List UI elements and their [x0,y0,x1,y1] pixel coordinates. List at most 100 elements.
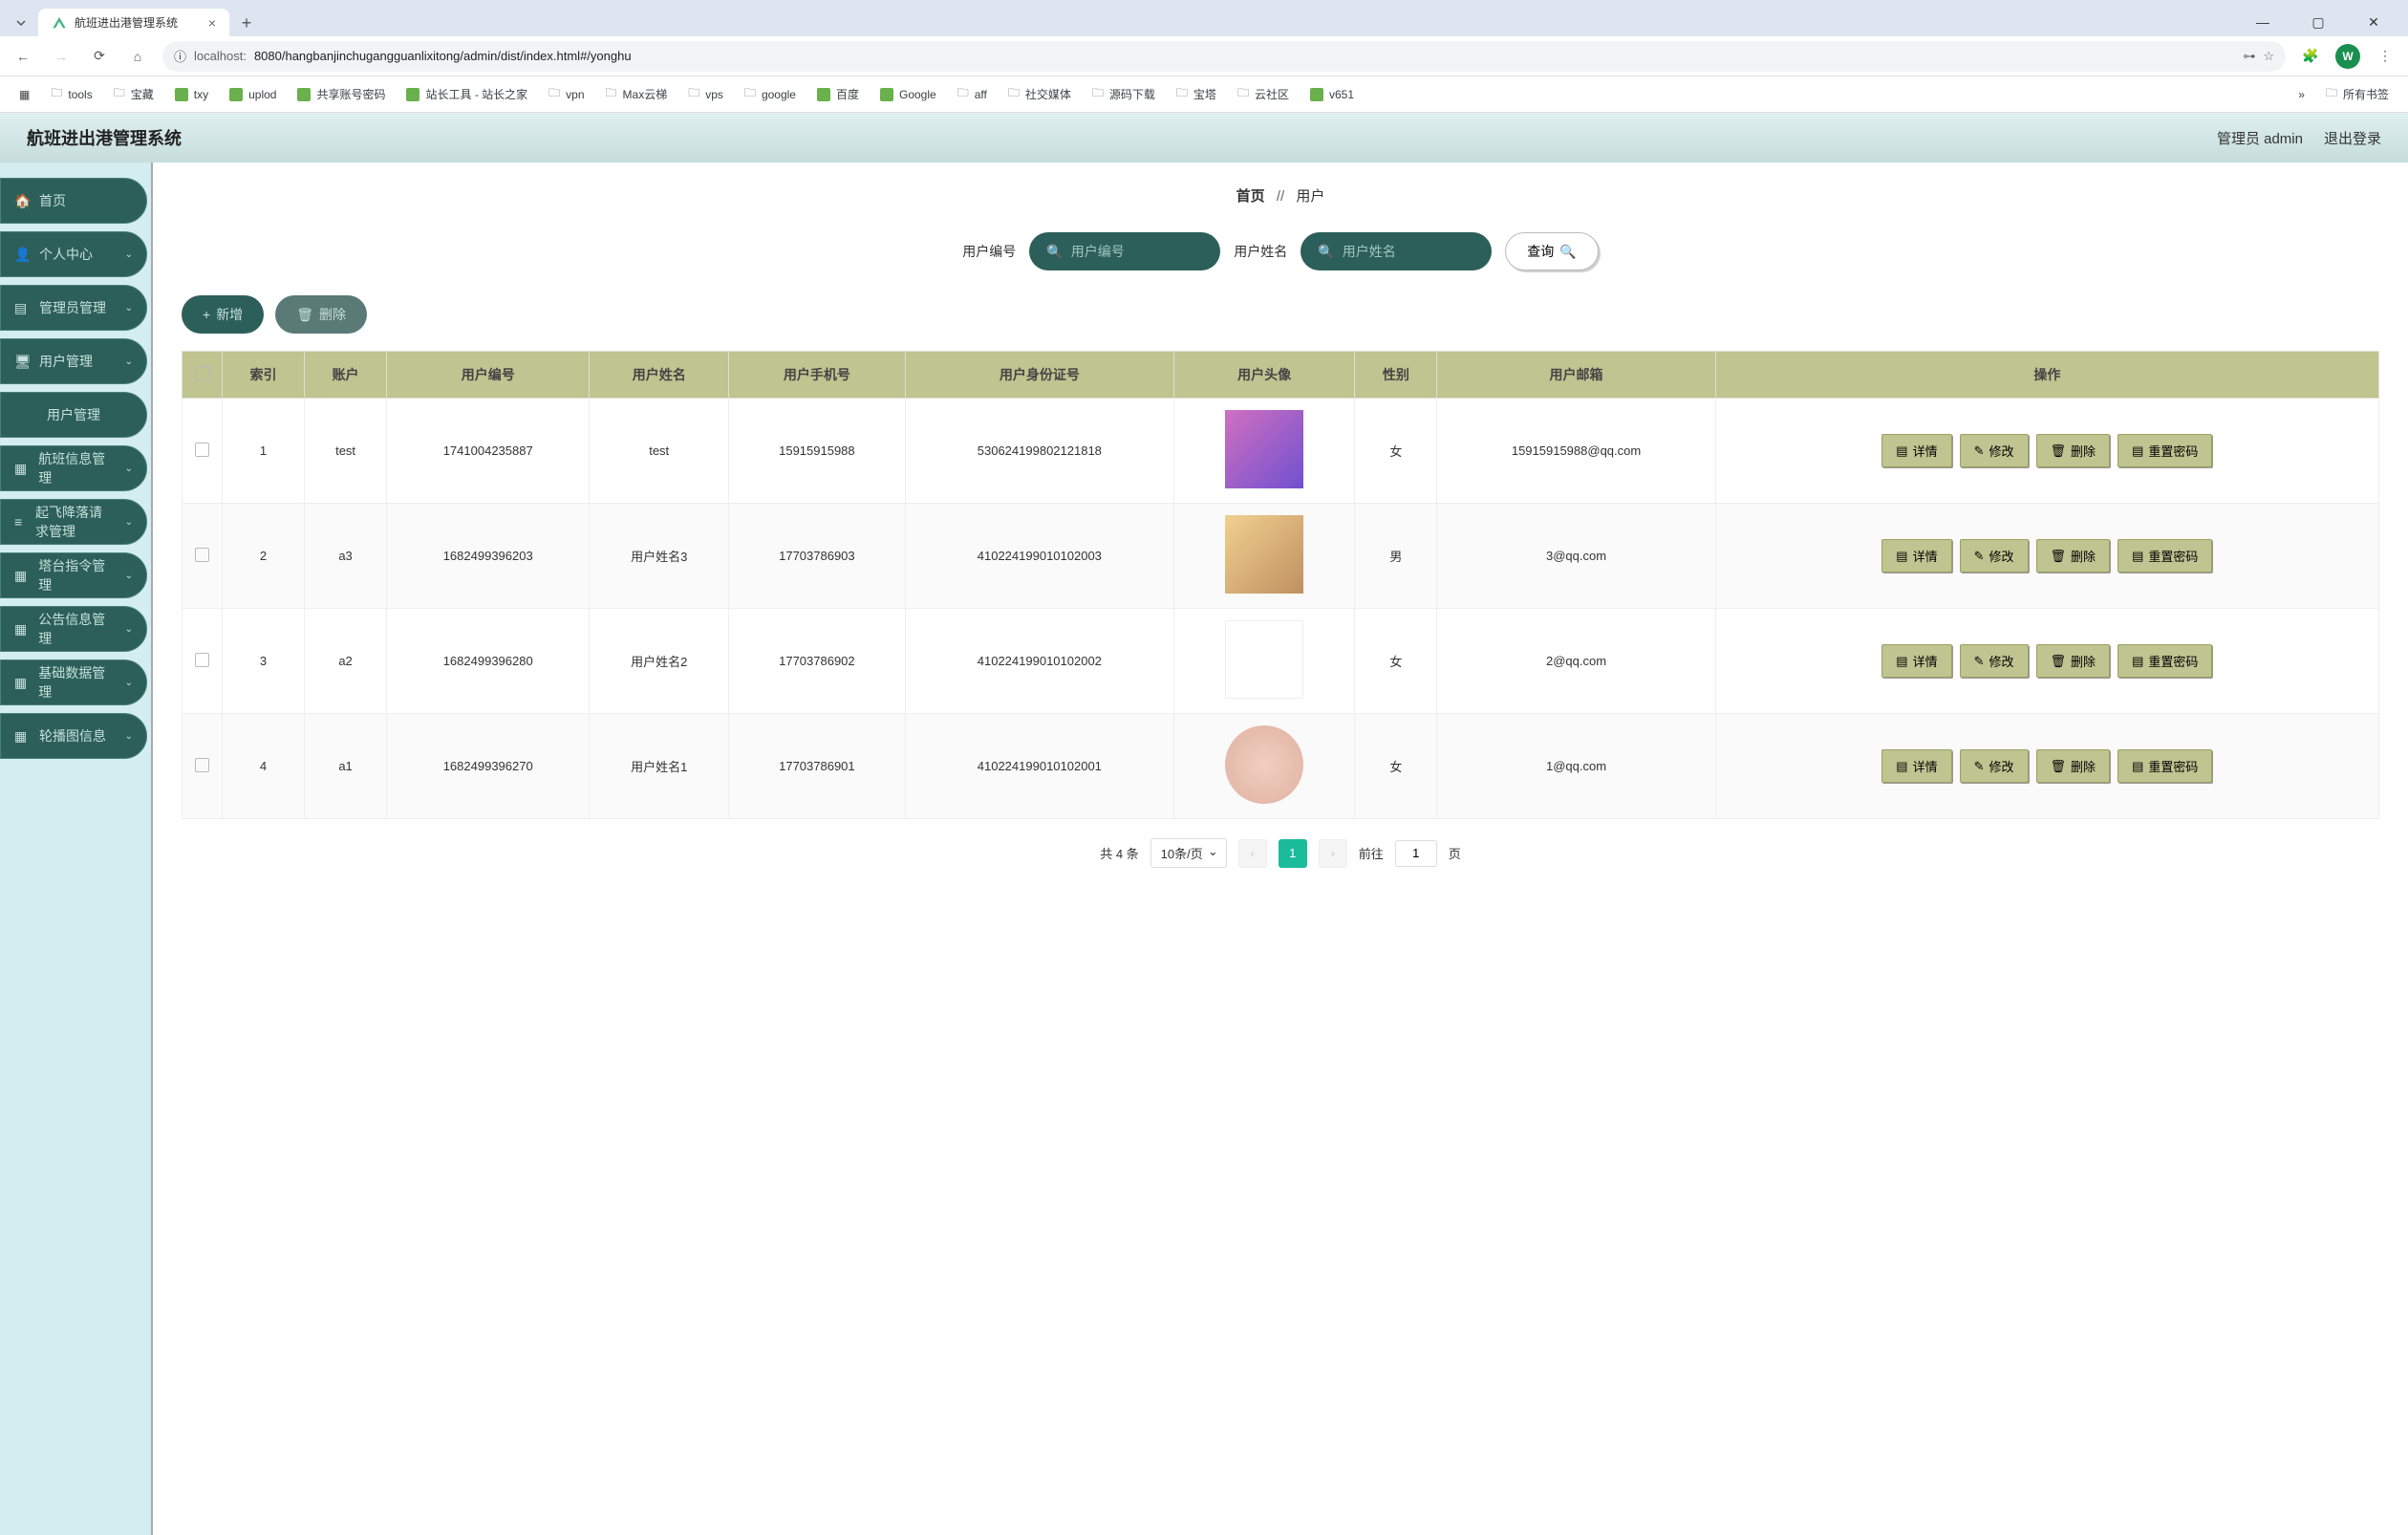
bookmark-item[interactable]: 🗀vps [680,80,731,108]
window-controls: — ▢ ✕ [2244,8,2400,36]
bookmark-label: Max云梯 [623,86,668,102]
bookmark-item[interactable]: 🗀源码下载 [1085,80,1163,108]
new-tab-button[interactable]: + [233,10,260,36]
row-checkbox[interactable] [195,443,209,457]
delete-button[interactable]: 🗑 删除 [275,295,367,334]
home-button[interactable]: ⌂ [124,43,151,70]
next-page-button[interactable]: › [1319,839,1347,868]
sidebar-item-6[interactable]: ≡起飞降落请求管理⌄ [0,499,147,545]
info-icon[interactable]: ⓘ [174,47,186,65]
bookmark-item[interactable]: 🗀aff [950,80,995,108]
maximize-button[interactable]: ▢ [2299,8,2337,36]
sidebar-item-2[interactable]: ▤管理员管理⌄ [0,285,147,331]
breadcrumb-home[interactable]: 首页 [1236,188,1265,205]
admin-label[interactable]: 管理员 admin [2217,128,2303,148]
table-header [183,352,223,399]
bookmark-item[interactable]: 🗀Max云梯 [598,80,676,108]
apps-button[interactable]: ▦ [11,84,37,105]
bookmark-item[interactable]: txy [167,84,216,105]
bookmark-item[interactable]: 🗀社交媒体 [1000,80,1079,108]
url-bar[interactable]: ⓘ localhost:8080/hangbanjinchugangguanli… [162,41,2286,72]
detail-button[interactable]: ▤详情 [1881,749,1951,783]
edit-button[interactable]: ✎修改 [1960,749,2029,783]
sidebar-item-9[interactable]: ▦基础数据管理⌄ [0,659,147,705]
bookmark-item[interactable]: v651 [1302,84,1362,105]
detail-button[interactable]: ▤详情 [1881,434,1951,467]
sidebar-item-3[interactable]: 🖥用户管理⌄ [0,338,147,384]
bookmark-item[interactable]: uplod [222,84,284,105]
password-icon[interactable]: ⊶ [2243,49,2255,64]
bookmark-item[interactable]: 🗀google [737,80,804,108]
url-path: 8080/hangbanjinchugangguanlixitong/admin… [254,49,632,63]
forward-button[interactable]: → [48,43,75,70]
bookmark-item[interactable]: 站长工具 - 站长之家 [398,82,535,106]
table-header: 用户邮箱 [1437,352,1715,399]
trash-icon: 🗑 [296,307,313,323]
edit-button[interactable]: ✎修改 [1960,434,2029,467]
bookmark-item[interactable]: 🗀宝塔 [1169,80,1224,108]
cell-email: 1@qq.com [1437,714,1715,819]
sidebar-item-10[interactable]: ▦轮播图信息⌄ [0,713,147,759]
avatar [1225,620,1303,699]
menu-button[interactable]: ⋮ [2372,43,2398,70]
bookmark-item[interactable]: 🗀tools [43,80,99,108]
select-all-checkbox[interactable] [195,366,209,380]
query-button-label: 查询 [1527,242,1554,261]
reset-password-button[interactable]: ▤重置密码 [2118,644,2212,678]
app-title: 航班进出港管理系统 [27,125,182,150]
logout-link[interactable]: 退出登录 [2324,128,2381,148]
reset-password-button[interactable]: ▤重置密码 [2118,539,2212,573]
tab-title: 航班进出港管理系统 [75,14,201,31]
cell-name: 用户姓名1 [590,714,729,819]
search-input-user-name[interactable] [1343,244,1516,259]
sidebar-item-7[interactable]: ▦塔台指令管理⌄ [0,552,147,598]
sidebar-item-5[interactable]: ▦航班信息管理⌄ [0,445,147,491]
minimize-button[interactable]: — [2244,8,2282,36]
row-checkbox[interactable] [195,548,209,562]
reset-password-button[interactable]: ▤重置密码 [2118,749,2212,783]
page-jump-input[interactable] [1395,840,1437,867]
bookmark-star-icon[interactable]: ☆ [2263,49,2274,64]
tab-dropdown[interactable] [8,10,34,36]
sidebar-item-0[interactable]: 🏠首页 [0,178,147,224]
back-button[interactable]: ← [10,43,36,70]
row-checkbox[interactable] [195,653,209,667]
bookmarks-overflow[interactable]: » [2290,84,2312,105]
page-size-select[interactable]: 10条/页 ⌄ [1150,838,1227,868]
prev-page-button[interactable]: ‹ [1238,839,1267,868]
all-bookmarks[interactable]: 🗀 所有书签 [2318,80,2397,108]
reset-password-button[interactable]: ▤重置密码 [2118,434,2212,467]
add-button[interactable]: + 新增 [182,295,264,334]
bookmark-item[interactable]: Google [872,84,944,105]
bookmark-item[interactable]: 🗀云社区 [1230,80,1297,108]
sidebar-item-1[interactable]: 👤个人中心⌄ [0,231,147,277]
bookmark-item[interactable]: 🗀vpn [541,80,591,108]
edit-button[interactable]: ✎修改 [1960,644,2029,678]
reload-button[interactable]: ⟳ [86,43,113,70]
cell-user-no: 1682499396270 [387,714,590,819]
row-checkbox[interactable] [195,758,209,772]
sidebar-item-4[interactable]: 用户管理 [0,392,147,438]
row-delete-button[interactable]: 🗑删除 [2036,434,2111,467]
row-delete-button[interactable]: 🗑删除 [2036,749,2111,783]
page-number-active[interactable]: 1 [1279,839,1307,868]
detail-button[interactable]: ▤详情 [1881,539,1951,573]
search-input-user-no[interactable] [1071,244,1244,259]
table-header: 操作 [1715,352,2378,399]
bookmark-item[interactable]: 百度 [809,82,867,106]
close-button[interactable]: ✕ [2354,8,2393,36]
edit-button[interactable]: ✎修改 [1960,539,2029,573]
sidebar-item-8[interactable]: ▦公告信息管理⌄ [0,606,147,652]
cell-avatar [1174,504,1355,609]
query-button[interactable]: 查询 🔍 [1505,232,1598,270]
profile-avatar[interactable]: W [2335,44,2360,69]
close-icon[interactable]: × [208,15,216,31]
detail-button[interactable]: ▤详情 [1881,644,1951,678]
bookmark-item[interactable]: 共享账号密码 [290,82,393,106]
row-delete-button[interactable]: 🗑删除 [2036,539,2111,573]
extensions-button[interactable]: 🧩 [2297,43,2324,70]
row-delete-button[interactable]: 🗑删除 [2036,644,2111,678]
jump-suffix: 页 [1449,844,1461,862]
bookmark-item[interactable]: 🗀宝藏 [106,80,161,108]
browser-tab-active[interactable]: 航班进出港管理系统 × [38,9,229,36]
